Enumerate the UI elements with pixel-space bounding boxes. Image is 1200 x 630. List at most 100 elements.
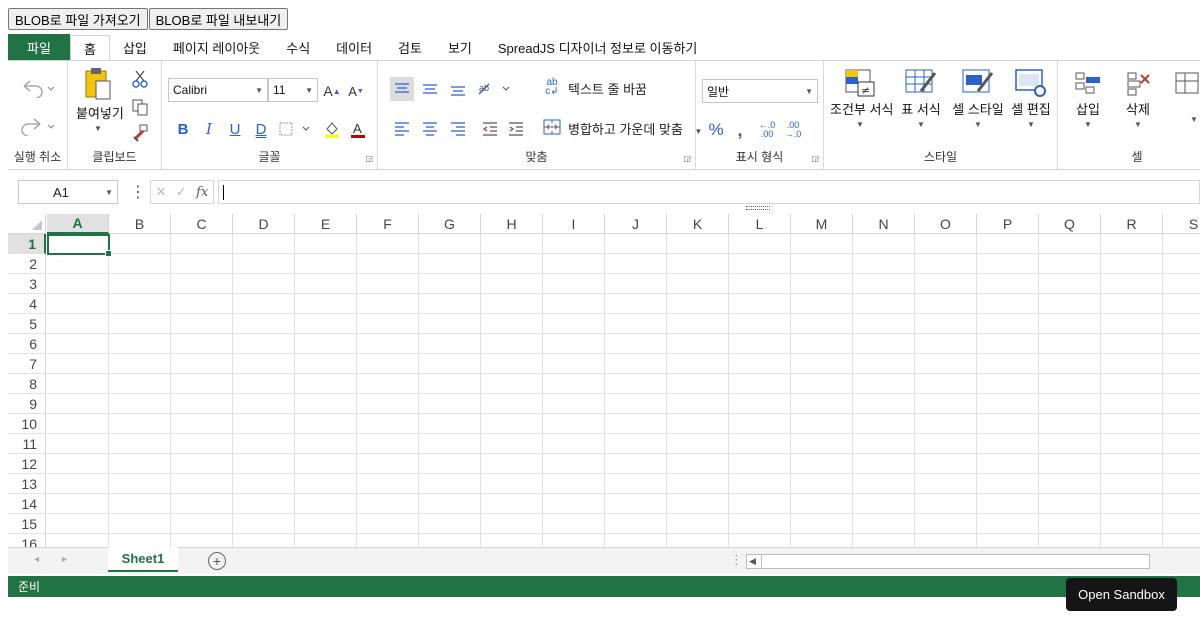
confirm-icon[interactable]: ✓ (176, 184, 187, 200)
formula-bar-resize-handle[interactable] (746, 206, 770, 210)
row-header[interactable]: 7 (8, 354, 46, 374)
dialog-launcher-icon[interactable]: ◲ (811, 154, 819, 163)
column-header[interactable]: Q (1039, 214, 1101, 234)
column-header[interactable]: L (729, 214, 791, 234)
align-center-icon[interactable] (418, 117, 442, 141)
row-header[interactable]: 5 (8, 314, 46, 334)
row-header[interactable]: 1 (8, 234, 46, 254)
wrap-text-icon[interactable]: ab c↲ (542, 77, 562, 97)
column-header[interactable]: J (605, 214, 667, 234)
underline-icon[interactable]: U (226, 119, 244, 139)
tab-designer-info[interactable]: SpreadJS 디자이너 정보로 이동하기 (485, 34, 711, 60)
column-header[interactable]: M (791, 214, 853, 234)
bold-icon[interactable]: B (174, 119, 192, 139)
row-header[interactable]: 12 (8, 454, 46, 474)
text-orientation-icon[interactable]: ab (476, 77, 512, 101)
splitter-icon[interactable]: ⋮ (730, 552, 743, 568)
row-header[interactable]: 10 (8, 414, 46, 434)
more-vertical-icon[interactable]: ⋮ (130, 182, 146, 202)
fill-color-icon[interactable] (322, 119, 342, 139)
comma-style-icon[interactable]: , (732, 119, 748, 141)
row-header[interactable]: 3 (8, 274, 46, 294)
align-bottom-icon[interactable] (446, 77, 470, 101)
column-header[interactable]: H (481, 214, 543, 234)
name-box[interactable]: A1 ▼ (18, 180, 118, 204)
merge-center-button[interactable]: 병합하고 가운데 맞춤 ▼ (568, 119, 702, 138)
number-format-select[interactable]: 일반 ▼ (702, 79, 818, 103)
next-sheet-icon[interactable]: ▸ (62, 554, 67, 565)
cell-edit-button[interactable]: 셀 편집 ▼ (1004, 69, 1058, 129)
column-header[interactable]: A (47, 214, 109, 234)
wrap-text-button[interactable]: 텍스트 줄 바꿈 (568, 79, 647, 98)
decrease-indent-icon[interactable] (478, 117, 502, 141)
open-sandbox-button[interactable]: Open Sandbox (1066, 578, 1177, 611)
decrease-font-icon[interactable]: A ▼ (346, 81, 366, 101)
formula-input[interactable] (218, 180, 1200, 204)
import-blob-button[interactable]: BLOB로 파일 가져오기 (8, 8, 148, 30)
italic-icon[interactable]: I (200, 119, 218, 139)
horizontal-scrollbar[interactable]: ◀ (746, 554, 1150, 569)
format-as-table-button[interactable]: 표 서식 ▼ (896, 69, 946, 129)
dialog-launcher-icon[interactable]: ◲ (365, 154, 373, 163)
column-header[interactable]: S (1163, 214, 1200, 234)
border-icon[interactable] (278, 119, 312, 139)
active-cell[interactable] (47, 234, 112, 257)
font-name-select[interactable]: Calibri ▼ (168, 78, 268, 102)
column-header[interactable]: K (667, 214, 729, 234)
row-header[interactable]: 15 (8, 514, 46, 534)
tab-home[interactable]: 홈 (70, 35, 110, 61)
column-header[interactable]: E (295, 214, 357, 234)
scroll-left-icon[interactable]: ◀ (749, 556, 756, 567)
percent-icon[interactable]: % (706, 119, 726, 141)
row-header[interactable]: 16 (8, 534, 46, 547)
paste-button[interactable]: 붙여넣기 ▼ (76, 67, 124, 133)
export-blob-button[interactable]: BLOB로 파일 내보내기 (148, 8, 289, 30)
tab-insert[interactable]: 삽입 (110, 34, 160, 60)
tab-formulas[interactable]: 수식 (273, 34, 323, 60)
select-all-corner[interactable] (8, 214, 46, 234)
tab-review[interactable]: 검토 (385, 34, 435, 60)
column-header[interactable]: D (233, 214, 295, 234)
tab-view[interactable]: 보기 (435, 34, 485, 60)
row-header[interactable]: 6 (8, 334, 46, 354)
column-header[interactable]: N (853, 214, 915, 234)
insert-cells-button[interactable]: 삽입 ▼ (1066, 69, 1110, 129)
format-painter-icon[interactable] (130, 123, 150, 143)
add-sheet-icon[interactable]: + (208, 552, 226, 570)
format-cells-button[interactable]: ▼ (1172, 69, 1200, 124)
dialog-launcher-icon[interactable]: ◲ (683, 154, 691, 163)
row-header[interactable]: 2 (8, 254, 46, 274)
increase-indent-icon[interactable] (504, 117, 528, 141)
double-underline-icon[interactable]: D (252, 119, 270, 139)
font-size-select[interactable]: 11 ▼ (268, 78, 318, 102)
decrease-decimal-icon[interactable]: .00 →.0 (782, 119, 804, 141)
row-header[interactable]: 13 (8, 474, 46, 494)
cancel-icon[interactable]: ✕ (156, 184, 167, 200)
function-icon[interactable]: fx (196, 185, 208, 200)
tab-data[interactable]: 데이터 (323, 34, 385, 60)
column-header[interactable]: G (419, 214, 481, 234)
copy-icon[interactable] (130, 97, 150, 117)
tab-file[interactable]: 파일 (8, 34, 70, 60)
cut-icon[interactable] (130, 69, 150, 89)
prev-sheet-icon[interactable]: ◂ (34, 554, 39, 565)
column-header[interactable]: B (109, 214, 171, 234)
cell-styles-button[interactable]: 셀 스타일 ▼ (950, 69, 1006, 129)
merge-center-icon[interactable] (542, 117, 562, 137)
column-header[interactable]: P (977, 214, 1039, 234)
align-top-icon[interactable] (390, 77, 414, 101)
conditional-format-button[interactable]: ≠ 조건부 서식 ▼ (830, 69, 893, 129)
delete-cells-button[interactable]: 삭제 ▼ (1116, 69, 1160, 129)
align-right-icon[interactable] (446, 117, 470, 141)
column-header[interactable]: O (915, 214, 977, 234)
tab-page-layout[interactable]: 페이지 레이아웃 (160, 34, 273, 60)
column-header[interactable]: I (543, 214, 605, 234)
column-header[interactable]: F (357, 214, 419, 234)
redo-icon[interactable] (18, 115, 54, 137)
row-header[interactable]: 14 (8, 494, 46, 514)
increase-font-icon[interactable]: A ▲ (322, 81, 342, 101)
row-header[interactable]: 4 (8, 294, 46, 314)
undo-icon[interactable] (18, 77, 54, 99)
row-header[interactable]: 8 (8, 374, 46, 394)
cell-area[interactable] (47, 234, 1200, 547)
